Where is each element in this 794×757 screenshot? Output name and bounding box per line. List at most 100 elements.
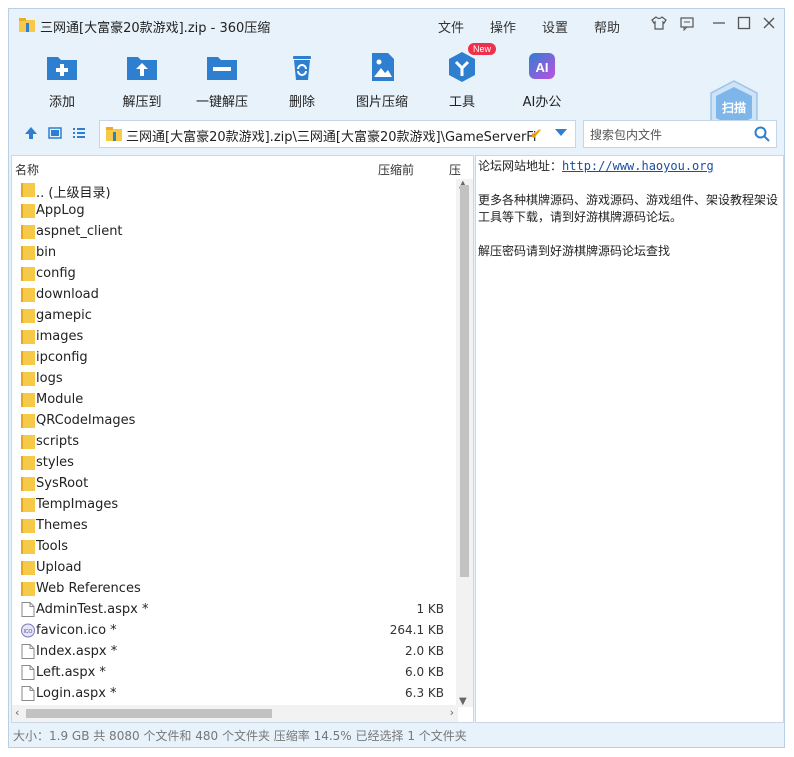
folder-row[interactable]: Tools: [12, 536, 456, 557]
document-icon: [21, 644, 35, 659]
folder-row[interactable]: Upload: [12, 557, 456, 578]
folder-row[interactable]: Web References: [12, 578, 456, 599]
column-size-before[interactable]: 压缩前: [378, 161, 414, 178]
file-name: AppLog: [36, 203, 85, 218]
column-name[interactable]: 名称: [15, 161, 39, 178]
tools-button[interactable]: New 工具: [422, 43, 502, 110]
folder-row[interactable]: logs: [12, 368, 456, 389]
file-row[interactable]: ICO favicon.ico * 264.1 KB: [12, 620, 456, 641]
horizontal-scroll-thumb[interactable]: [26, 709, 272, 718]
extract-to-button[interactable]: 解压到: [102, 45, 182, 110]
menu-help[interactable]: 帮助: [594, 17, 620, 36]
maximize-icon[interactable]: [734, 15, 754, 35]
ai-office-button[interactable]: AI AI办公: [502, 45, 582, 110]
address-dropdown-icon[interactable]: [555, 129, 567, 136]
file-size: 6.0 KB: [405, 665, 444, 679]
folder-icon: [21, 225, 35, 239]
menu-operate[interactable]: 操作: [490, 17, 516, 36]
folder-row[interactable]: styles: [12, 452, 456, 473]
folder-icon: [21, 414, 35, 428]
file-size: 2.0 KB: [405, 644, 444, 658]
folder-row[interactable]: aspnet_client: [12, 221, 456, 242]
file-name: favicon.ico *: [36, 623, 117, 638]
file-name: config: [36, 266, 76, 281]
folder-row[interactable]: gamepic: [12, 305, 456, 326]
file-row[interactable]: AdminTest.aspx * 1 KB: [12, 599, 456, 620]
up-arrow-icon[interactable]: [23, 126, 39, 142]
view-detail-icon[interactable]: [47, 126, 63, 142]
folder-icon: [21, 435, 35, 449]
archive-comment-pane: 论坛网站地址：http://www.haoyou.org 更多各种棋牌源码、游戏…: [475, 155, 784, 723]
password-info-text: 解压密码请到好游棋牌源码论坛查找: [478, 244, 671, 258]
file-size: 264.1 KB: [389, 623, 444, 637]
extract-to-label: 解压到: [122, 95, 162, 110]
folder-row[interactable]: TempImages: [12, 494, 456, 515]
folder-row[interactable]: .. (上级目录): [12, 179, 456, 201]
file-name: aspnet_client: [36, 224, 123, 239]
archive-folder-icon: [106, 127, 122, 141]
folder-icon: [21, 330, 35, 344]
folder-icon: [21, 456, 35, 470]
file-name: QRCodeImages: [36, 413, 136, 428]
folder-row[interactable]: QRCodeImages: [12, 410, 456, 431]
folder-icon: [21, 561, 35, 575]
one-click-extract-label: 一键解压: [195, 95, 248, 110]
ico-file-icon: ICO: [21, 623, 35, 638]
file-name: logs: [36, 371, 63, 386]
vertical-scrollbar[interactable]: ▲ ▼: [456, 179, 473, 707]
vertical-scroll-thumb[interactable]: [460, 185, 469, 577]
app-window: 三网通[大富豪20款游戏].zip - 360压缩 文件 操作 设置 帮助 添加: [8, 8, 785, 748]
forum-url-link[interactable]: http://www.haoyou.org: [562, 159, 714, 173]
folder-row[interactable]: bin: [12, 242, 456, 263]
recycle-bin-icon: [293, 56, 311, 80]
file-name: download: [36, 287, 99, 302]
scroll-down-icon[interactable]: ▼: [459, 696, 467, 707]
column-compressed-truncated[interactable]: 压: [449, 161, 461, 178]
close-icon[interactable]: [759, 15, 779, 35]
search-input[interactable]: [588, 125, 752, 145]
scroll-left-icon[interactable]: ‹: [15, 706, 19, 719]
folder-row[interactable]: images: [12, 326, 456, 347]
minimize-icon[interactable]: [709, 15, 729, 35]
file-row[interactable]: Left.aspx * 6.0 KB: [12, 662, 456, 683]
file-name: scripts: [36, 434, 79, 449]
file-name: bin: [36, 245, 57, 260]
file-list: .. (上级目录) AppLog aspnet_clientbin config dow…: [12, 179, 456, 704]
scroll-right-icon[interactable]: ›: [450, 706, 454, 719]
folder-row[interactable]: config: [12, 263, 456, 284]
add-button[interactable]: 添加: [22, 45, 102, 110]
folder-row[interactable]: ipconfig: [12, 347, 456, 368]
folder-row[interactable]: Themes: [12, 515, 456, 536]
folder-row[interactable]: scripts: [12, 431, 456, 452]
skin-shirt-icon[interactable]: [649, 15, 669, 35]
folder-row[interactable]: AppLog: [12, 200, 456, 221]
folder-icon: [21, 183, 35, 197]
one-click-extract-button[interactable]: 一键解压: [182, 45, 262, 110]
folder-icon: [21, 351, 35, 365]
folder-icon: [21, 267, 35, 281]
folder-row[interactable]: Module: [12, 389, 456, 410]
file-name: AdminTest.aspx *: [36, 602, 149, 617]
file-name: images: [36, 329, 84, 344]
horizontal-scrollbar[interactable]: ‹ ›: [12, 705, 458, 722]
file-row[interactable]: Index.aspx * 2.0 KB: [12, 641, 456, 662]
delete-button[interactable]: 删除: [262, 45, 342, 110]
menu-settings[interactable]: 设置: [542, 17, 568, 36]
file-name: TempImages: [36, 497, 119, 512]
file-name: Themes: [36, 518, 88, 533]
address-field[interactable]: 三网通[大富豪20款游戏].zip\三网通[大富豪20款游戏]\GameServ…: [99, 120, 576, 148]
file-row[interactable]: Login.aspx * 6.3 KB: [12, 683, 456, 704]
file-name: gamepic: [36, 308, 92, 323]
view-list-icon[interactable]: [71, 126, 87, 142]
search-icon[interactable]: [754, 126, 770, 142]
folder-icon: [21, 288, 35, 302]
scan-label: 扫描: [722, 100, 746, 115]
folder-row[interactable]: SysRoot: [12, 473, 456, 494]
menu-file[interactable]: 文件: [438, 17, 464, 36]
ai-icon-text: AI: [536, 60, 549, 75]
tools-label: 工具: [448, 95, 475, 110]
image-compress-button[interactable]: 图片压缩: [342, 45, 422, 110]
folder-row[interactable]: download: [12, 284, 456, 305]
feedback-icon[interactable]: [677, 15, 697, 35]
address-path: 三网通[大富豪20款游戏].zip\三网通[大富豪20款游戏]\GameServ…: [126, 130, 536, 145]
